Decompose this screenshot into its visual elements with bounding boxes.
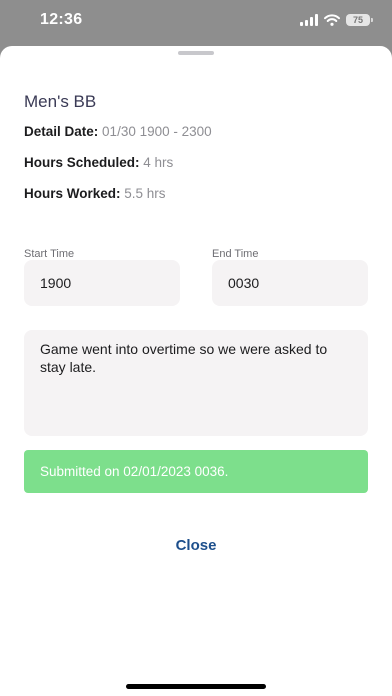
hours-scheduled-row: Hours Scheduled: 4 hrs <box>24 155 173 170</box>
status-bar: 12:36 75 <box>0 0 392 44</box>
notes-field[interactable]: Game went into overtime so we were asked… <box>24 330 368 436</box>
hours-worked-row: Hours Worked: 5.5 hrs <box>24 186 166 201</box>
battery-level: 75 <box>352 15 363 25</box>
hours-worked-label: Hours Worked: <box>24 186 121 201</box>
start-time-label: Start Time <box>24 248 75 260</box>
end-time-field[interactable]: 0030 <box>212 260 368 306</box>
battery-icon: 75 <box>346 14 373 26</box>
event-title: Men's BB <box>24 92 97 111</box>
end-time-label: End Time <box>212 248 259 260</box>
hours-scheduled-value: 4 hrs <box>143 155 174 170</box>
hours-scheduled-label: Hours Scheduled: <box>24 155 140 170</box>
status-time: 12:36 <box>40 11 83 28</box>
detail-date-label: Detail Date: <box>24 124 99 139</box>
wifi-icon <box>324 14 340 26</box>
detail-date-row: Detail Date: 01/30 1900 - 2300 <box>24 124 212 139</box>
start-time-field[interactable]: 1900 <box>24 260 180 306</box>
detail-sheet: Men's BB Detail Date: 01/30 1900 - 2300 … <box>0 46 392 696</box>
status-icons: 75 <box>300 13 373 27</box>
sheet-grabber[interactable] <box>178 51 214 55</box>
submitted-banner: Submitted on 02/01/2023 0036. <box>24 450 368 493</box>
detail-date-value: 01/30 1900 - 2300 <box>102 124 212 139</box>
signal-icon <box>300 14 318 26</box>
home-indicator <box>126 684 266 689</box>
close-button[interactable]: Close <box>146 530 246 560</box>
hours-worked-value: 5.5 hrs <box>124 186 166 201</box>
